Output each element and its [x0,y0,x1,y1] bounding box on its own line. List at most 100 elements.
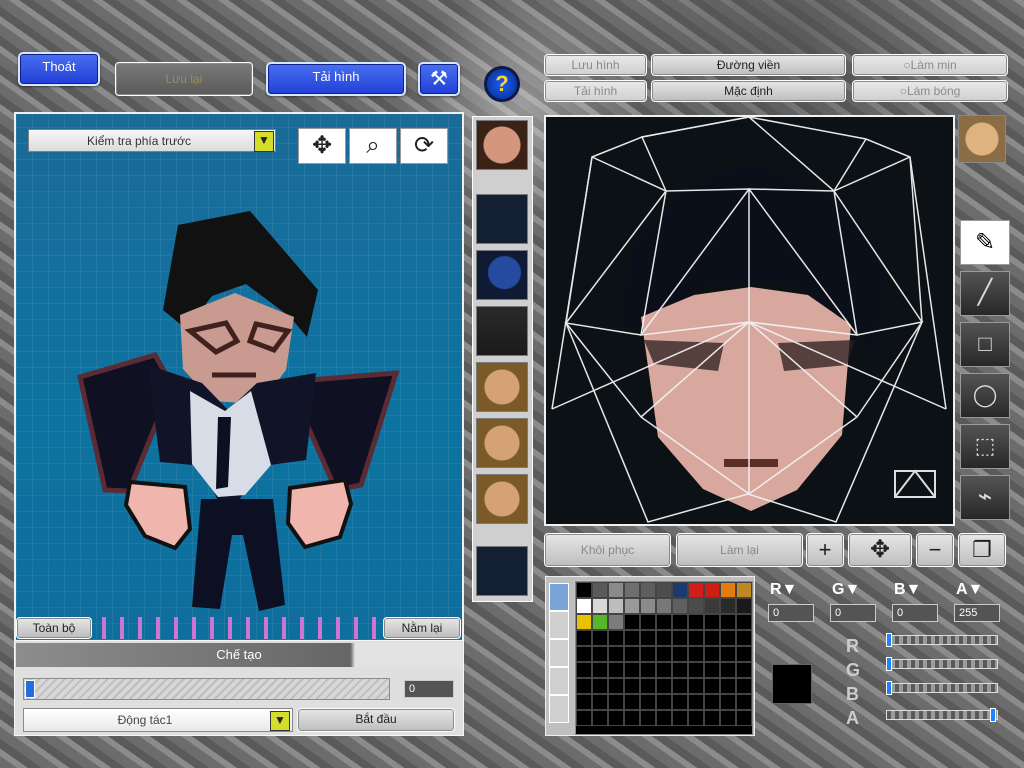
palette-color-cell[interactable] [720,598,736,614]
start-button[interactable]: Bắt đầu [297,708,455,732]
palette-color-cell[interactable] [576,630,592,646]
creation-progress-track[interactable] [23,678,390,700]
palette-color-cell[interactable] [624,678,640,694]
palette-color-cell[interactable] [704,598,720,614]
palette-color-cell[interactable] [640,582,656,598]
g-slider[interactable] [886,659,998,669]
palette-color-cell[interactable] [640,630,656,646]
rectangle-tool-icon[interactable]: □ [960,322,1010,367]
palette-color-cell[interactable] [656,630,672,646]
palette-color-cell[interactable] [608,662,624,678]
palette-color-cell[interactable] [640,662,656,678]
color-palette[interactable] [575,581,753,735]
palette-color-cell[interactable] [736,694,752,710]
palette-color-cell[interactable] [736,710,752,726]
palette-color-cell[interactable] [688,678,704,694]
palette-color-cell[interactable] [592,582,608,598]
palette-color-cell[interactable] [624,582,640,598]
save-image-tab[interactable]: Lưu hình [544,54,647,76]
palette-tab[interactable] [549,695,569,723]
palette-color-cell[interactable] [688,630,704,646]
palette-tab[interactable] [549,639,569,667]
a-slider-knob[interactable] [990,708,996,722]
palette-color-cell[interactable] [720,710,736,726]
palette-color-cell[interactable] [688,646,704,662]
palette-color-cell[interactable] [608,598,624,614]
ellipse-tool-icon[interactable]: ◯ [960,373,1010,418]
palette-color-cell[interactable] [672,598,688,614]
empty-slot[interactable] [476,194,528,244]
hammer-icon[interactable]: ⚒ [418,62,460,96]
smooth-option[interactable]: ○Làm mịn [852,54,1008,76]
redo-button[interactable]: Làm lại [676,533,803,567]
help-icon[interactable]: ? [484,66,520,102]
view-mode-select[interactable]: Kiểm tra phía trước ▼ [28,129,276,152]
selection-tool-icon[interactable]: ⬚ [960,424,1010,469]
restore-button[interactable]: Khôi phục [544,533,671,567]
brush-tool-icon[interactable]: ✎ [960,220,1010,265]
palette-color-cell[interactable] [704,694,720,710]
palette-color-cell[interactable] [672,582,688,598]
outline-tab[interactable]: Đường viền [651,54,846,76]
palette-color-cell[interactable] [704,614,720,630]
palette-color-cell[interactable] [576,598,592,614]
palette-color-cell[interactable] [720,614,736,630]
save-button[interactable]: Lưu lại [115,62,253,96]
palette-color-cell[interactable] [656,710,672,726]
palette-color-cell[interactable] [608,678,624,694]
palette-color-cell[interactable] [656,662,672,678]
palette-color-cell[interactable] [624,630,640,646]
g-value[interactable]: 0 [830,604,876,622]
palette-color-cell[interactable] [624,598,640,614]
palette-color-cell[interactable] [608,582,624,598]
palette-color-cell[interactable] [736,598,752,614]
palette-color-cell[interactable] [704,646,720,662]
b-slider-knob[interactable] [886,681,892,695]
palette-color-cell[interactable] [736,646,752,662]
palette-color-cell[interactable] [720,646,736,662]
palette-color-cell[interactable] [704,678,720,694]
palette-color-cell[interactable] [720,582,736,598]
palette-color-cell[interactable] [592,598,608,614]
palette-tab[interactable] [549,583,569,611]
palette-color-cell[interactable] [720,694,736,710]
default-tab[interactable]: Mặc định [651,80,846,102]
palette-color-cell[interactable] [688,710,704,726]
head-thumbnail[interactable] [476,120,528,170]
palette-color-cell[interactable] [656,646,672,662]
palette-color-cell[interactable] [624,694,640,710]
minus-icon[interactable]: − [916,533,954,567]
empty-slot[interactable] [476,546,528,596]
palette-color-cell[interactable] [672,630,688,646]
palette-color-cell[interactable] [672,614,688,630]
load-button[interactable]: Tải hình [266,62,406,96]
palette-color-cell[interactable] [608,630,624,646]
g-slider-knob[interactable] [886,657,892,671]
palette-color-cell[interactable] [592,630,608,646]
palette-color-cell[interactable] [720,630,736,646]
palette-color-cell[interactable] [656,582,672,598]
palette-color-cell[interactable] [640,646,656,662]
helmet-thumbnail[interactable] [476,250,528,300]
r-slider-knob[interactable] [886,633,892,647]
add-icon[interactable]: + [806,533,844,567]
palette-color-cell[interactable] [576,678,592,694]
palette-color-cell[interactable] [688,662,704,678]
palette-color-cell[interactable] [704,710,720,726]
palette-color-cell[interactable] [640,614,656,630]
palette-color-cell[interactable] [592,614,608,630]
layers-icon[interactable]: ❐ [958,533,1006,567]
face-thumbnail-1[interactable] [476,362,528,412]
palette-color-cell[interactable] [640,678,656,694]
palette-color-cell[interactable] [672,710,688,726]
b-slider[interactable] [886,683,998,693]
palette-color-cell[interactable] [672,678,688,694]
a-slider[interactable] [886,710,998,720]
palette-color-cell[interactable] [704,630,720,646]
b-value[interactable]: 0 [892,604,938,622]
palette-color-cell[interactable] [672,662,688,678]
palette-color-cell[interactable] [592,662,608,678]
palette-color-cell[interactable] [640,694,656,710]
palette-color-cell[interactable] [592,678,608,694]
zoom-tool-button[interactable]: ⌕ [349,128,397,164]
